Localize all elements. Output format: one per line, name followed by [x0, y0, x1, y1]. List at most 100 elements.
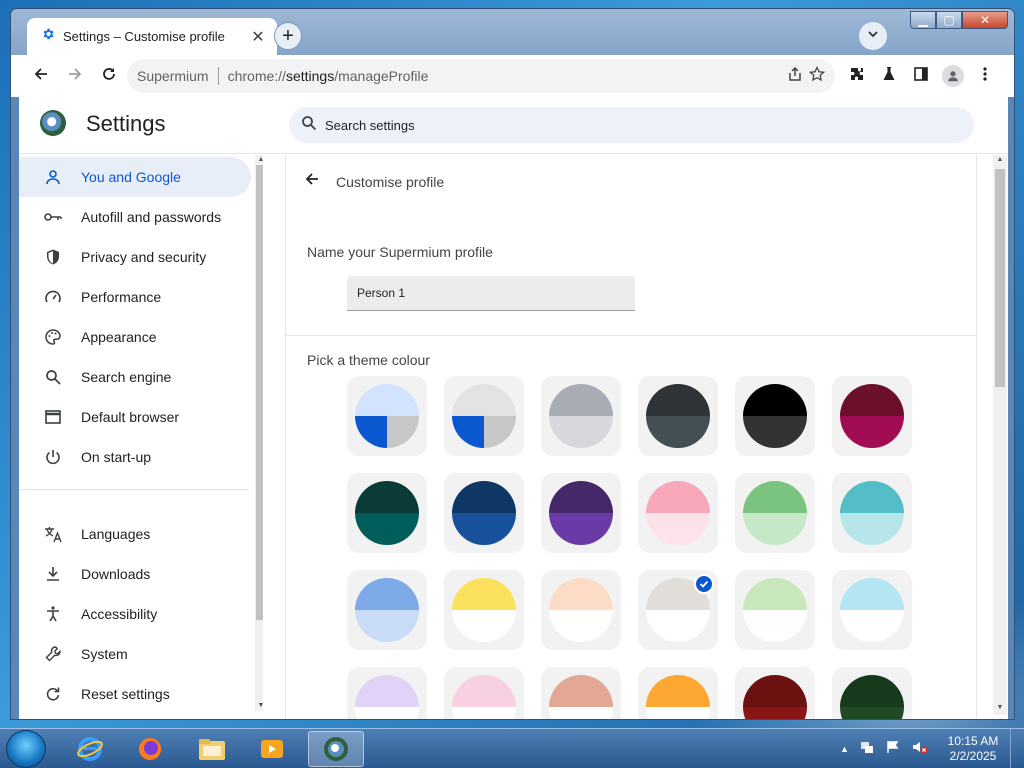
menu-button[interactable] — [971, 60, 999, 92]
shield-icon — [41, 245, 65, 269]
colour-circle — [743, 578, 807, 642]
sidebar-item-label: Accessibility — [81, 606, 158, 622]
sidebar-item-search-engine[interactable]: Search engine — [19, 357, 251, 397]
theme-colour-swatch[interactable] — [347, 570, 427, 650]
volume-muted-icon[interactable] — [911, 739, 929, 760]
theme-colour-swatch[interactable] — [638, 376, 718, 456]
sidebar-item-performance[interactable]: Performance — [19, 277, 251, 317]
action-center-flag-icon[interactable] — [885, 739, 901, 760]
accessibility-icon — [41, 602, 65, 626]
sidebar-scrollbar[interactable]: ▲ ▼ — [255, 155, 263, 711]
theme-colour-swatch[interactable] — [347, 667, 427, 719]
back-button[interactable] — [25, 60, 57, 92]
file-explorer-taskbar-icon[interactable] — [184, 731, 240, 767]
theme-colour-swatch[interactable] — [444, 570, 524, 650]
tab-search-button[interactable] — [859, 22, 887, 50]
show-desktop-button[interactable] — [1010, 729, 1024, 768]
internet-explorer-taskbar-icon[interactable] — [62, 731, 118, 767]
page-scrollbar[interactable]: ▲ ▼ — [993, 155, 1007, 715]
theme-colour-swatch[interactable] — [638, 473, 718, 553]
site-name: Supermium — [137, 68, 209, 84]
sidebar-divider — [19, 489, 249, 490]
sidebar-item-appearance[interactable]: Appearance — [19, 317, 251, 357]
theme-colour-swatch[interactable] — [832, 473, 912, 553]
extensions-button[interactable] — [843, 60, 871, 92]
tray-expand-icon[interactable]: ▲ — [840, 744, 849, 754]
minimize-button[interactable]: ▁ — [910, 11, 936, 29]
clock-date: 2/2/2025 — [949, 749, 997, 763]
theme-colour-swatch[interactable] — [444, 473, 524, 553]
theme-colour-swatch[interactable] — [638, 570, 718, 650]
colour-circle — [840, 578, 904, 642]
firefox-taskbar-icon[interactable] — [122, 731, 178, 767]
close-window-button[interactable]: ✕ — [962, 11, 1008, 29]
theme-colour-swatch[interactable] — [347, 376, 427, 456]
maximize-button[interactable]: ▢ — [936, 11, 962, 29]
theme-colour-swatch[interactable] — [735, 667, 815, 719]
theme-colour-swatch[interactable] — [444, 667, 524, 719]
reload-button[interactable] — [93, 60, 125, 92]
profile-button[interactable] — [939, 60, 967, 92]
side-panel-button[interactable] — [907, 60, 935, 92]
sidebar-item-you-and-google[interactable]: You and Google — [19, 157, 251, 197]
theme-colour-swatch[interactable] — [541, 376, 621, 456]
theme-colour-swatch[interactable] — [832, 667, 912, 719]
tab-close-icon[interactable]: ✕ — [249, 28, 267, 46]
address-bar[interactable]: Supermium chrome://settings/manageProfil… — [127, 59, 835, 93]
theme-colour-swatch[interactable] — [541, 667, 621, 719]
theme-colour-swatch[interactable] — [347, 473, 427, 553]
sidebar-item-autofill-and-passwords[interactable]: Autofill and passwords — [19, 197, 251, 237]
page-scroll-down-icon[interactable]: ▼ — [994, 703, 1006, 713]
sidebar-item-accessibility[interactable]: Accessibility — [19, 594, 251, 634]
theme-colour-swatch[interactable] — [832, 376, 912, 456]
forward-button[interactable] — [59, 60, 91, 92]
power-icon — [41, 445, 65, 469]
sidebar-item-system[interactable]: System — [19, 634, 251, 674]
taskbar-clock[interactable]: 10:15 AM 2/2/2025 — [940, 734, 1006, 764]
back-arrow-icon[interactable] — [304, 171, 320, 192]
sidebar-scroll-thumb[interactable] — [256, 165, 263, 620]
start-button[interactable] — [6, 730, 46, 768]
profile-name-label: Name your Supermium profile — [307, 244, 493, 260]
sidebar-item-languages[interactable]: Languages — [19, 514, 251, 554]
theme-colour-swatch[interactable] — [444, 376, 524, 456]
bookmark-star-icon[interactable] — [808, 65, 826, 87]
profile-name-input[interactable] — [347, 276, 635, 311]
sidebar-item-privacy-and-security[interactable]: Privacy and security — [19, 237, 251, 277]
theme-colour-swatch[interactable] — [735, 570, 815, 650]
theme-colour-swatch[interactable] — [541, 570, 621, 650]
download-icon — [41, 562, 65, 586]
sidebar-item-on-start-up[interactable]: On start-up — [19, 437, 251, 477]
arrow-left-icon — [33, 66, 49, 87]
theme-colour-swatch[interactable] — [638, 667, 718, 719]
theme-colour-swatch[interactable] — [735, 376, 815, 456]
sidebar-item-downloads[interactable]: Downloads — [19, 554, 251, 594]
theme-colour-swatch[interactable] — [541, 473, 621, 553]
sidebar-item-label: On start-up — [81, 449, 152, 465]
sidebar-item-reset-settings[interactable]: Reset settings — [19, 674, 251, 714]
colour-circle — [840, 481, 904, 545]
plus-icon: + — [282, 24, 294, 47]
key-icon — [41, 205, 65, 229]
avatar-icon — [942, 65, 964, 87]
sidebar-item-default-browser[interactable]: Default browser — [19, 397, 251, 437]
search-settings-input[interactable]: Search settings — [289, 107, 974, 143]
colour-circle — [646, 384, 710, 448]
scroll-down-icon[interactable]: ▼ — [255, 701, 263, 711]
page-scroll-thumb[interactable] — [995, 169, 1005, 387]
share-icon[interactable] — [787, 66, 803, 87]
theme-colour-swatch[interactable] — [735, 473, 815, 553]
new-tab-button[interactable]: + — [274, 22, 302, 50]
puzzle-icon — [849, 66, 865, 87]
theme-colour-swatch[interactable] — [832, 570, 912, 650]
media-player-taskbar-icon[interactable] — [244, 731, 300, 767]
network-icon[interactable] — [859, 739, 875, 760]
colour-circle — [452, 384, 516, 448]
more-vert-icon — [983, 66, 987, 87]
tab-settings[interactable]: Settings – Customise profile ✕ — [27, 18, 277, 55]
scroll-up-icon[interactable]: ▲ — [255, 155, 263, 165]
page-scroll-up-icon[interactable]: ▲ — [994, 155, 1006, 165]
supermium-taskbar-icon[interactable] — [308, 731, 364, 767]
sidebar-item-label: Downloads — [81, 566, 151, 582]
labs-button[interactable] — [875, 60, 903, 92]
